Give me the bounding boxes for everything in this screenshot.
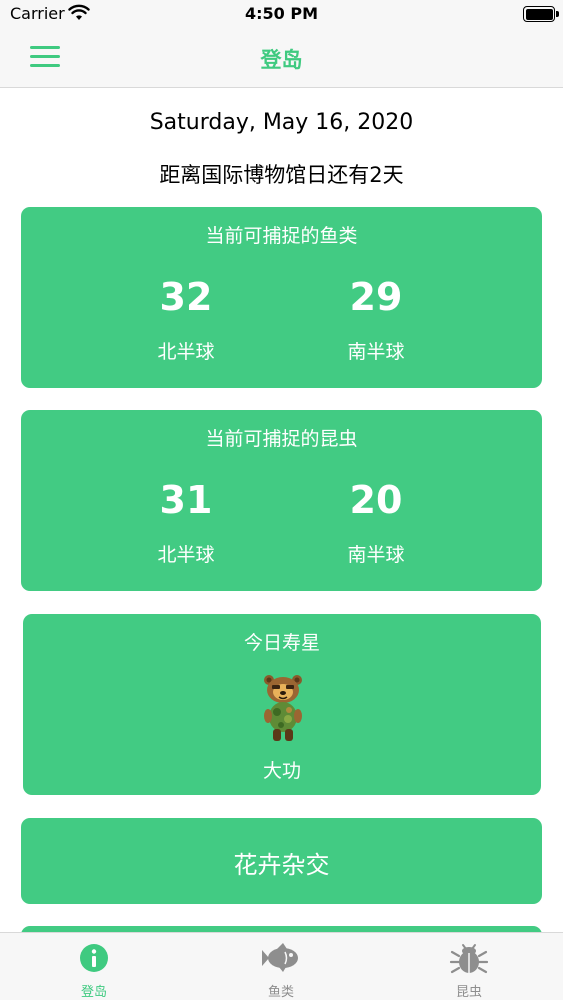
insect-available-card[interactable]: 当前可捕捉的昆虫 31 20 北半球 南半球 <box>21 410 542 591</box>
north-insect-count: 31 <box>159 478 213 522</box>
villager-name: 大功 <box>262 760 301 782</box>
info-circle-icon <box>80 944 108 972</box>
card-title: 当前可捕捉的鱼类 <box>205 225 358 247</box>
current-date: Saturday, May 16, 2020 <box>149 110 414 135</box>
south-insect-count: 20 <box>349 478 403 522</box>
birthday-villager-card[interactable]: 今日寿星 大功 <box>23 614 541 795</box>
north-hemisphere-label: 北半球 <box>157 544 215 566</box>
tab-label: 鱼类 <box>267 985 294 1000</box>
battery-icon <box>523 6 559 22</box>
south-fish-count: 29 <box>349 275 403 319</box>
card-title: 当前可捕捉的昆虫 <box>205 428 358 450</box>
fish-available-card[interactable]: 当前可捕捉的鱼类 32 29 北半球 南半球 <box>21 207 542 388</box>
navigation-bar: 登岛 <box>0 30 563 88</box>
tab-fish[interactable]: 鱼类 <box>187 933 375 1000</box>
tab-label: 登岛 <box>80 985 107 1000</box>
page-title: 登岛 <box>260 48 303 72</box>
tab-label: 昆虫 <box>455 985 482 1000</box>
south-hemisphere-label: 南半球 <box>347 544 405 566</box>
tab-insect[interactable]: 昆虫 <box>375 933 563 1000</box>
museum-day-countdown: 距离国际博物馆日还有2天 <box>159 163 404 187</box>
tab-home[interactable]: 登岛 <box>0 933 188 1000</box>
north-hemisphere-label: 北半球 <box>157 341 215 363</box>
status-time: 4:50 PM <box>244 4 318 23</box>
bug-icon <box>449 944 489 974</box>
fish-icon <box>262 943 298 972</box>
flower-hybrid-card[interactable]: 花卉杂交 <box>21 818 542 904</box>
north-fish-count: 32 <box>159 275 213 319</box>
south-hemisphere-label: 南半球 <box>347 341 405 363</box>
battery-nub <box>556 11 559 17</box>
bear-villager-avatar <box>264 675 302 741</box>
tab-bar: 登岛 鱼类 昆虫 <box>0 932 563 1000</box>
flower-hybrid-label: 花卉杂交 <box>233 851 330 879</box>
battery-fill <box>525 8 553 20</box>
status-bar: Carrier 4:50 PM <box>0 0 563 30</box>
card-title: 今日寿星 <box>243 632 320 654</box>
